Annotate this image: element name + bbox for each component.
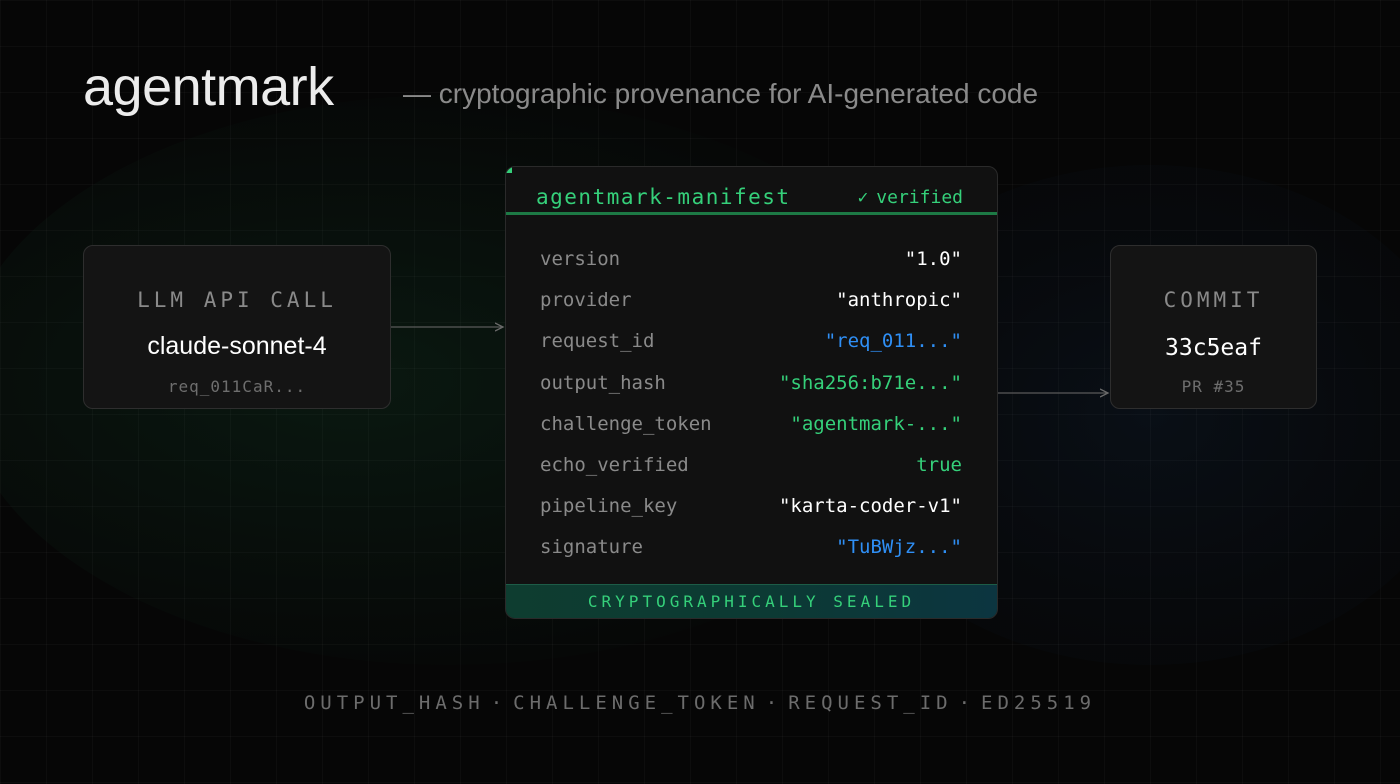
manifest-field-row: challenge_token "agentmark-...": [506, 410, 997, 451]
field-key: provider: [540, 289, 632, 312]
field-value: "agentmark-...": [790, 412, 962, 435]
manifest-title: agentmark-manifest: [536, 185, 791, 209]
check-icon: ✓: [857, 187, 869, 208]
field-key: pipeline_key: [540, 495, 678, 518]
manifest-field-row: echo_verified true: [506, 451, 997, 492]
footer-keyword: REQUEST_ID: [788, 692, 953, 714]
page-subtitle: — cryptographic provenance for AI-genera…: [403, 78, 1039, 109]
llm-api-call-node: LLM API CALL claude-sonnet-4 req_011CaR.…: [83, 245, 391, 409]
field-value: "req_011...": [824, 330, 962, 353]
field-value: true: [916, 453, 962, 476]
sealed-banner: CRYPTOGRAPHICALLY SEALED: [506, 584, 997, 618]
manifest-field-row: provider "anthropic": [506, 286, 997, 327]
commit-hash: 33c5eaf: [1165, 335, 1262, 361]
field-key: challenge_token: [540, 412, 712, 435]
field-key: output_hash: [540, 371, 666, 394]
footer-keyword: OUTPUT_HASH: [303, 692, 485, 714]
field-key: version: [540, 248, 621, 270]
manifest-field-row: version "1.0": [506, 245, 997, 286]
footer-separator: ·: [765, 692, 783, 714]
llm-request-id: req_011CaR...: [167, 377, 307, 396]
field-value: "karta-coder-v1": [778, 495, 962, 518]
llm-model-name: claude-sonnet-4: [147, 332, 327, 360]
page-title: agentmark: [83, 57, 334, 117]
footer-keyword: ED25519: [981, 692, 1097, 714]
manifest-field-row: pipeline_key "karta-coder-v1": [506, 492, 997, 533]
commit-pr: PR #35: [1181, 377, 1246, 396]
field-key: signature: [540, 536, 643, 559]
diagram-canvas: agentmark — cryptographic provenance for…: [0, 0, 1400, 784]
field-value: "1.0": [904, 248, 962, 270]
field-key: request_id: [540, 330, 655, 353]
footer-separator: ·: [958, 692, 976, 714]
footer-keywords: OUTPUT_HASH · CHALLENGE_TOKEN · REQUEST_ID · E…: [0, 692, 1400, 714]
footer-separator: ·: [490, 692, 508, 714]
manifest-field-row: output_hash "sha256:b71e...": [506, 369, 997, 410]
llm-node-label: LLM API CALL: [137, 288, 337, 312]
field-key: echo_verified: [540, 453, 689, 476]
footer-keyword: CHALLENGE_TOKEN: [513, 692, 760, 714]
commit-node-label: COMMIT: [1163, 288, 1264, 312]
manifest-field-row: request_id "req_011...": [506, 327, 997, 368]
field-value: "sha256:b71e...": [778, 371, 962, 394]
verified-label: verified: [876, 187, 963, 208]
manifest-fields: version "1.0" provider "anthropic" request_i…: [506, 245, 997, 575]
field-value: "TuBWjz...": [836, 536, 962, 559]
verified-badge: ✓ verified: [857, 187, 963, 208]
manifest-card: agentmark-manifest ✓ verified version "1.0…: [505, 166, 998, 619]
sealed-label: CRYPTOGRAPHICALLY SEALED: [587, 592, 916, 611]
commit-node: COMMIT 33c5eaf PR #35: [1110, 245, 1317, 409]
manifest-header: agentmark-manifest ✓ verified: [506, 167, 997, 215]
field-value: "anthropic": [836, 289, 962, 312]
manifest-field-row: signature "TuBWjz...": [506, 533, 997, 574]
